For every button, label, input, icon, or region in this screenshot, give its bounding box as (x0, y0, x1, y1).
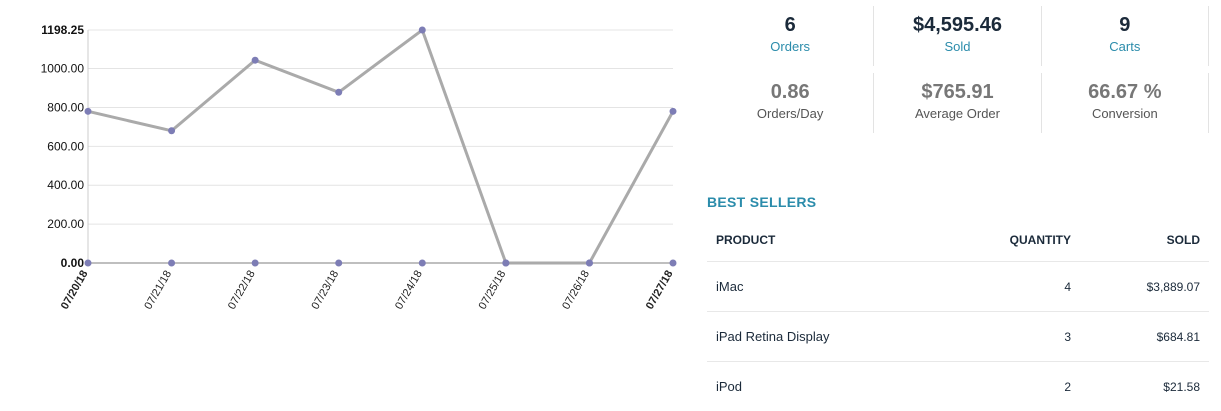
stat-sold-label[interactable]: Sold (874, 37, 1040, 57)
table-row: iPod 2 $21.58 (707, 362, 1209, 411)
data-point (84, 107, 92, 115)
stats-row-primary: 6 Orders $4,595.46 Sold 9 Carts (707, 6, 1209, 66)
stat-orders-per-day: 0.86 Orders/Day (707, 73, 875, 133)
sales-line-chart: 0.00 200.00 400.00 600.00 800.00 1000.00 1198.… (41, 23, 677, 312)
x-tick-label: 07/26/18 (560, 269, 592, 312)
stat-orders-per-day-value: 0.86 (770, 81, 810, 103)
data-point (84, 259, 92, 267)
product-sold: $684.81 (1156, 329, 1200, 344)
data-point (335, 88, 343, 96)
stat-orders-label[interactable]: Orders (707, 37, 873, 57)
product-quantity: 3 (1064, 329, 1071, 344)
y-tick-label: 1198.25 (41, 23, 84, 37)
data-point (418, 259, 426, 267)
header-quantity: QUANTITY (1009, 232, 1071, 247)
data-point (418, 26, 426, 34)
x-tick-label: 07/25/18 (477, 269, 509, 312)
y-tick-label: 0.00 (61, 256, 85, 270)
stat-orders-value: 6 (784, 14, 796, 36)
data-point (168, 127, 176, 135)
data-point (669, 107, 677, 115)
y-tick-label: 800.00 (47, 100, 84, 114)
stat-orders-per-day-label: Orders/Day (756, 106, 824, 121)
product-name[interactable]: iMac (707, 279, 929, 294)
data-point (669, 259, 677, 267)
product-name[interactable]: iPod (707, 379, 929, 394)
product-quantity: 2 (1064, 379, 1071, 394)
best-sellers-table: PRODUCT QUANTITY SOLD iMac 4 $3,889.07 i… (707, 218, 1209, 411)
data-point (335, 259, 343, 267)
stat-orders: 6 Orders (707, 6, 875, 66)
sales-chart: 0.00 200.00 400.00 600.00 800.00 1000.00 1198.… (0, 0, 700, 411)
data-point (585, 259, 593, 267)
best-sellers-panel: BEST SELLERS PRODUCT QUANTITY SOLD iMac … (707, 190, 1209, 411)
table-header-row: PRODUCT QUANTITY SOLD (707, 218, 1209, 262)
stat-carts-label[interactable]: Carts (1042, 37, 1208, 57)
stat-conversion-label: Conversion (1091, 106, 1158, 121)
product-quantity: 4 (1064, 279, 1071, 294)
header-product: PRODUCT (716, 232, 776, 247)
stat-sold-value: $4,595.46 (913, 14, 1002, 36)
data-point (502, 259, 510, 267)
product-sold: $21.58 (1163, 379, 1200, 394)
x-tick-label: 07/23/18 (310, 269, 342, 312)
stat-average-order-label: Average Order (914, 106, 1000, 121)
data-point (168, 259, 176, 267)
product-name[interactable]: iPad Retina Display (707, 329, 929, 344)
stat-sold: $4,595.46 Sold (874, 6, 1042, 66)
header-sold: SOLD (1166, 232, 1200, 247)
stat-average-order-value: $765.91 (921, 81, 994, 103)
stats-row-secondary: 0.86 Orders/Day $765.91 Average Order 66… (707, 73, 1209, 133)
stat-conversion: 66.67 % Conversion (1042, 73, 1209, 133)
data-point (251, 259, 259, 267)
x-tick-label: 07/24/18 (393, 269, 425, 312)
y-tick-label: 400.00 (47, 178, 84, 192)
y-tick-label: 200.00 (47, 217, 84, 231)
best-sellers-title: BEST SELLERS (707, 194, 817, 210)
y-tick-label: 1000.00 (41, 62, 85, 76)
product-sold: $3,889.07 (1146, 279, 1200, 294)
x-tick-label: 07/22/18 (226, 269, 258, 312)
stat-carts-value: 9 (1119, 14, 1131, 36)
data-point (251, 56, 259, 64)
x-tick-label: 07/27/18 (644, 269, 676, 312)
x-tick-label: 07/21/18 (142, 269, 174, 312)
x-tick-label: 07/20/18 (59, 269, 91, 312)
stat-average-order: $765.91 Average Order (874, 73, 1042, 133)
stat-carts: 9 Carts (1042, 6, 1209, 66)
table-row: iPad Retina Display 3 $684.81 (707, 312, 1209, 362)
stats-panel: 6 Orders $4,595.46 Sold 9 Carts 0.86 Ord… (707, 6, 1209, 140)
table-row: iMac 4 $3,889.07 (707, 262, 1209, 312)
y-tick-label: 600.00 (47, 139, 84, 153)
stat-conversion-value: 66.67 % (1088, 81, 1162, 103)
